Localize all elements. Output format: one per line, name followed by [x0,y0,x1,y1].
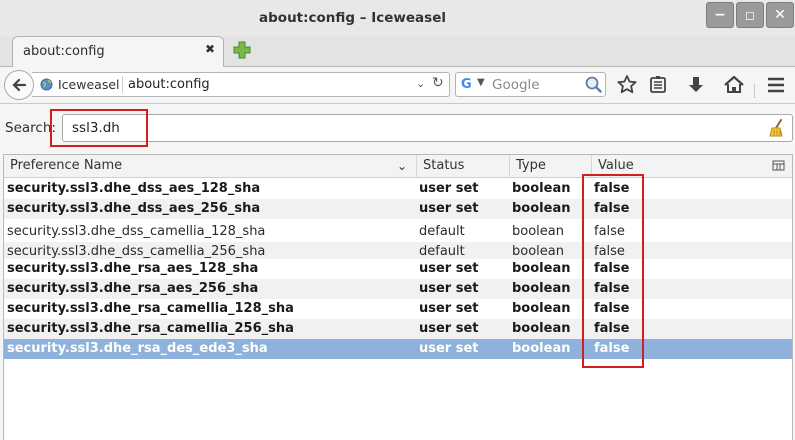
preference-search-input[interactable]: ssl3.dh [62,114,793,142]
tab-about-config[interactable]: about:config ✖ [12,36,224,67]
preference-name: security.ssl3.dhe_dss_aes_128_sha [7,181,261,196]
back-icon [12,78,27,92]
preference-type: boolean [512,181,571,196]
preference-name: security.ssl3.dhe_rsa_des_ede3_sha [7,341,268,356]
table-row[interactable]: security.ssl3.dhe_dss_aes_256_sha user s… [4,199,792,219]
site-identity-label[interactable]: Iceweasel [58,77,120,92]
reload-icon[interactable]: ↻ [432,75,444,91]
preference-type: boolean [512,301,571,316]
search-engine-dropdown-icon[interactable]: ▼ [477,77,485,88]
table-row[interactable]: security.ssl3.dhe_rsa_aes_128_sha user s… [4,259,792,279]
minimize-button[interactable]: − [706,2,734,28]
search-icon[interactable] [584,75,602,93]
globe-icon [40,78,53,91]
url-bar[interactable]: Iceweasel about:config ⌄ ↻ [32,72,450,97]
table-row[interactable]: security.ssl3.dhe_rsa_camellia_128_sha u… [4,299,792,319]
preference-name: security.ssl3.dhe_dss_aes_256_sha [7,201,261,216]
table-row-selected[interactable]: security.ssl3.dhe_rsa_des_ede3_sha user … [4,339,792,359]
preference-type: boolean [512,321,571,336]
toolbar-separator [754,84,755,98]
clear-search-icon[interactable] [767,118,787,138]
preference-status: user set [419,321,479,336]
preference-name: security.ssl3.dhe_rsa_aes_128_sha [7,261,259,276]
reading-list-icon[interactable] [646,73,670,97]
back-button[interactable] [4,70,34,100]
search-placeholder: Google [492,77,540,93]
tab-close-icon[interactable]: ✖ [205,42,215,56]
search-label: Search: [5,120,56,136]
column-header-status[interactable]: Status [417,155,510,177]
preference-type: boolean [512,224,564,239]
minimize-icon: − [714,7,726,23]
table-row[interactable]: security.ssl3.dhe_rsa_camellia_256_sha u… [4,319,792,339]
url-separator [122,76,123,93]
column-picker-icon[interactable] [772,159,785,172]
preference-type: boolean [512,261,571,276]
column-header-type[interactable]: Type [510,155,592,177]
maximize-button[interactable]: ◻ [736,2,764,28]
sort-chevron-icon: ⌄ [397,159,408,173]
preference-status: user set [419,181,479,196]
menu-icon[interactable] [764,73,788,97]
preference-status: user set [419,281,479,296]
table-row[interactable]: security.ssl3.dhe_rsa_aes_256_sha user s… [4,279,792,299]
preference-name: security.ssl3.dhe_rsa_camellia_128_sha [7,301,294,316]
preference-name: security.ssl3.dhe_rsa_aes_256_sha [7,281,259,296]
preference-status: default [419,244,465,259]
preference-status: user set [419,341,479,356]
preference-type: boolean [512,281,571,296]
table-row[interactable]: security.ssl3.dhe_dss_camellia_128_sha d… [4,222,792,242]
search-bar[interactable]: G ▼ Google [455,72,606,97]
close-icon: ✕ [774,7,786,23]
preference-name: security.ssl3.dhe_dss_camellia_256_sha [7,244,266,259]
preferences-tree[interactable]: Preference Name ⌄ Status Type Value secu… [3,154,793,440]
bookmark-star-icon[interactable] [615,73,639,97]
preference-name: security.ssl3.dhe_rsa_camellia_256_sha [7,321,294,336]
close-window-button[interactable]: ✕ [766,2,794,28]
value-column-highlight-box [582,174,644,368]
preference-type: boolean [512,244,564,259]
url-text[interactable]: about:config [128,77,210,92]
tab-label: about:config [23,44,105,59]
table-row[interactable]: security.ssl3.dhe_dss_aes_128_sha user s… [4,179,792,199]
preference-status: default [419,224,465,239]
download-icon[interactable] [684,73,708,97]
tree-header: Preference Name ⌄ Status Type Value [4,155,792,178]
preference-status: user set [419,201,479,216]
search-highlight-box [50,109,148,147]
preference-status: user set [419,261,479,276]
preference-status: user set [419,301,479,316]
search-engine-icon[interactable]: G [461,77,472,92]
window-title: about:config – Iceweasel [259,10,446,26]
preference-name: security.ssl3.dhe_dss_camellia_128_sha [7,224,266,239]
home-icon[interactable] [722,73,746,97]
new-tab-icon[interactable] [232,40,252,60]
maximize-icon: ◻ [745,8,755,22]
url-dropdown-icon[interactable]: ⌄ [416,77,425,90]
preference-type: boolean [512,341,571,356]
preference-type: boolean [512,201,571,216]
column-header-preference-name[interactable]: Preference Name ⌄ [4,155,417,177]
